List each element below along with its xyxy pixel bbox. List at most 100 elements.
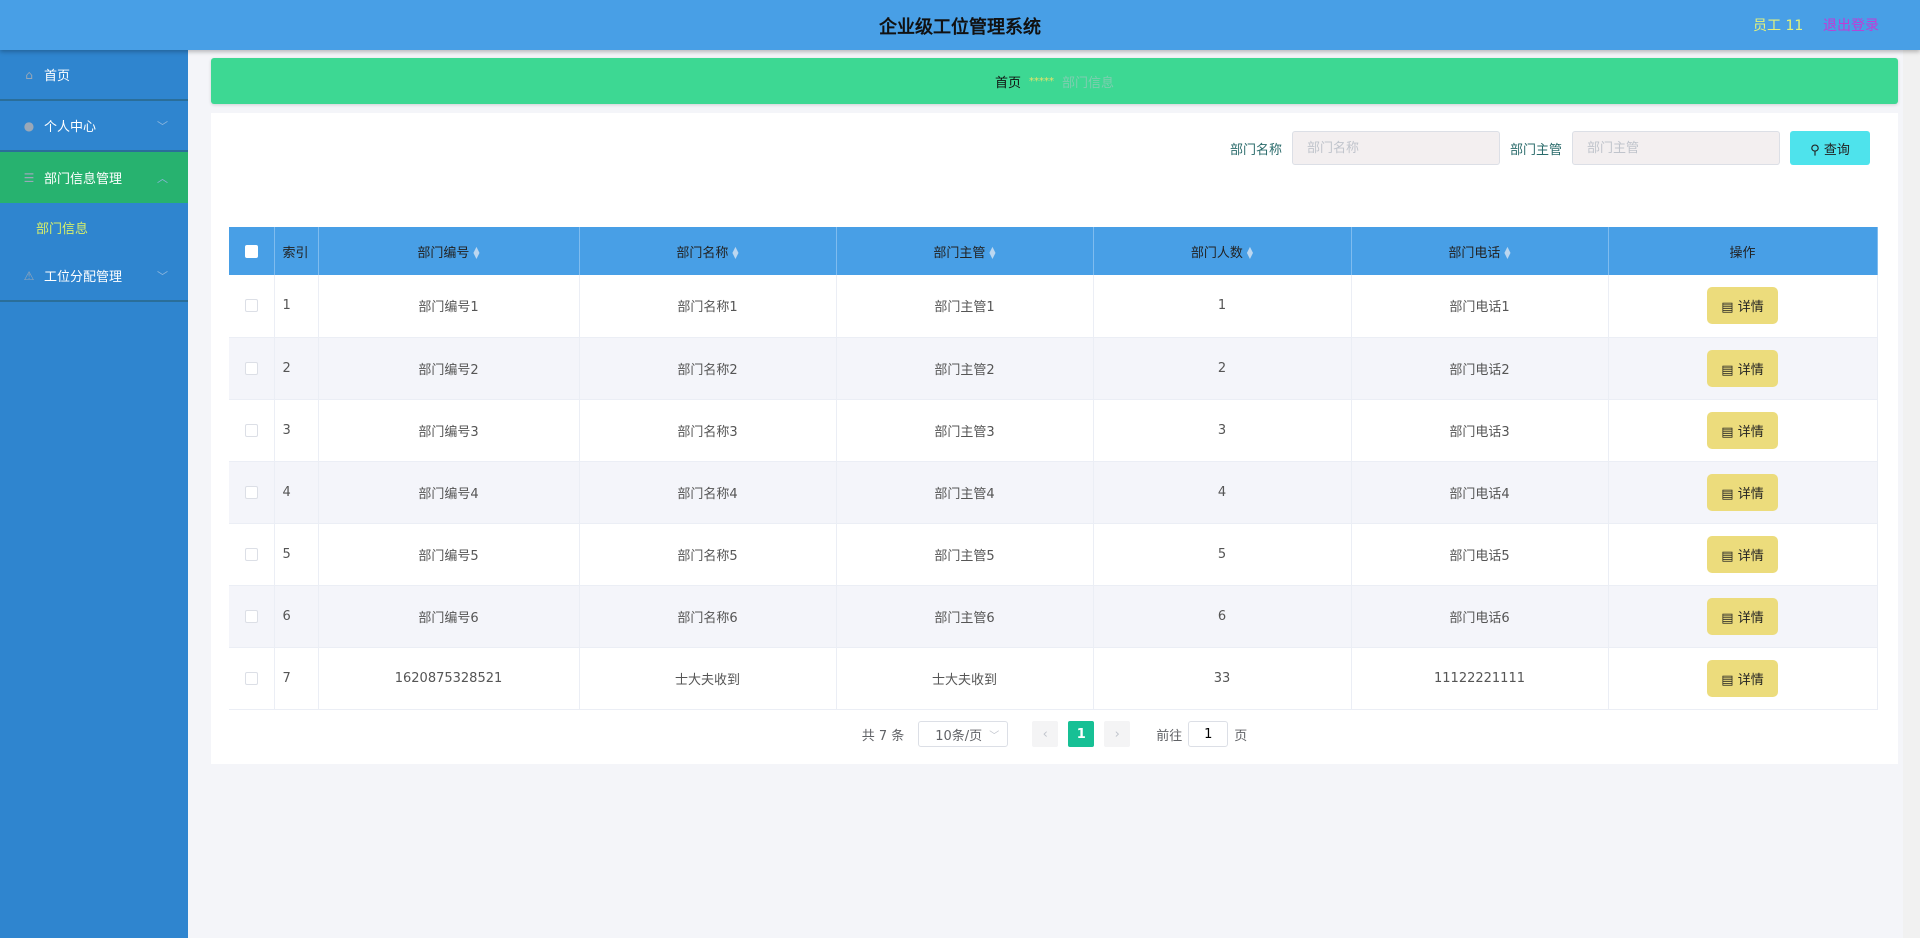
row-checkbox[interactable] bbox=[244, 671, 258, 685]
cell-index: 4 bbox=[274, 461, 319, 524]
sidebar-item-department-management[interactable]: ☰ 部门信息管理 ︿ bbox=[0, 152, 188, 203]
sort-icon[interactable]: ▲ ▼ bbox=[1504, 246, 1510, 260]
cell-code: 部门编号6 bbox=[318, 585, 580, 648]
next-page-button[interactable]: › bbox=[1104, 721, 1131, 747]
cell-phone: 部门电话1 bbox=[1351, 275, 1609, 338]
detail-label: 详情 bbox=[1737, 548, 1764, 564]
column-header-manager[interactable]: 部门主管 ▲ ▼ bbox=[836, 227, 1094, 275]
cell-index: 7 bbox=[274, 647, 319, 710]
header-label: 部门主管 bbox=[933, 245, 986, 261]
table-row: 4 部门编号4 部门名称4 部门主管4 4 部门电话4 ▤ 详情 bbox=[229, 461, 1878, 524]
desk-icon: ⚠ bbox=[23, 268, 35, 283]
row-checkbox[interactable] bbox=[244, 423, 258, 437]
chevron-up-icon: ︿ bbox=[157, 171, 168, 185]
sort-icon[interactable]: ▲ ▼ bbox=[1247, 246, 1253, 260]
document-icon: ▤ bbox=[1721, 548, 1734, 564]
row-checkbox[interactable] bbox=[244, 361, 258, 375]
breadcrumb: 首页 ***** 部门信息 bbox=[211, 58, 1898, 104]
cell-index: 6 bbox=[274, 585, 319, 648]
page-size-select[interactable]: 10条/页 ﹀ bbox=[918, 721, 1009, 747]
detail-button[interactable]: ▤ 详情 bbox=[1707, 473, 1778, 511]
content-panel: 部门名称 部门主管 ⚲ 查询 索引 部门编号▲▼ 部门名称▲▼ 部门主管▲▼ 部… bbox=[211, 113, 1898, 764]
document-icon: ▤ bbox=[1721, 300, 1734, 316]
prev-page-button[interactable]: ‹ bbox=[1032, 721, 1059, 747]
row-select-cell bbox=[229, 523, 275, 586]
sidebar-item-label: 工位分配管理 bbox=[44, 270, 123, 285]
detail-label: 详情 bbox=[1737, 424, 1764, 440]
header-label: 部门名称 bbox=[676, 245, 729, 261]
table-row: 1 部门编号1 部门名称1 部门主管1 1 部门电话1 ▤ 详情 bbox=[229, 275, 1878, 338]
detail-button[interactable]: ▤ 详情 bbox=[1707, 287, 1778, 325]
chevron-down-icon: ﹀ bbox=[157, 269, 168, 283]
cell-actions: ▤ 详情 bbox=[1608, 585, 1878, 648]
chevron-down-icon: ﹀ bbox=[157, 119, 168, 133]
detail-button[interactable]: ▤ 详情 bbox=[1707, 659, 1778, 697]
sidebar-item-desk-allocation[interactable]: ⚠ 工位分配管理 ﹀ bbox=[0, 251, 188, 302]
detail-button[interactable]: ▤ 详情 bbox=[1707, 597, 1778, 635]
column-header-count[interactable]: 部门人数 ▲ ▼ bbox=[1093, 227, 1352, 275]
cell-count: 33 bbox=[1093, 647, 1352, 710]
search-icon: ⚲ bbox=[1810, 142, 1820, 158]
breadcrumb-home[interactable]: 首页 bbox=[995, 72, 1021, 91]
pagination: 共 7 条 10条/页 ﹀ ‹ 1 › 前往 页 bbox=[211, 721, 1898, 747]
scrollbar[interactable] bbox=[1903, 50, 1920, 938]
row-select-cell bbox=[229, 399, 275, 462]
column-header-phone[interactable]: 部门电话 ▲ ▼ bbox=[1351, 227, 1609, 275]
cell-index: 5 bbox=[274, 523, 319, 586]
current-user: 员工 11 bbox=[1753, 18, 1804, 34]
document-icon: ▤ bbox=[1721, 672, 1734, 688]
sort-icon[interactable]: ▲ ▼ bbox=[473, 246, 479, 260]
table-row: 2 部门编号2 部门名称2 部门主管2 2 部门电话2 ▤ 详情 bbox=[229, 337, 1878, 400]
sort-icon[interactable]: ▲ ▼ bbox=[989, 246, 995, 260]
cell-phone: 部门电话2 bbox=[1351, 337, 1609, 400]
page-size-value: 10条/页 bbox=[935, 728, 983, 744]
cell-name: 部门名称2 bbox=[579, 337, 837, 400]
cell-name: 部门名称1 bbox=[579, 275, 837, 338]
row-checkbox[interactable] bbox=[244, 485, 258, 499]
row-select-cell bbox=[229, 585, 275, 648]
cell-code: 部门编号4 bbox=[318, 461, 580, 524]
select-all-checkbox[interactable] bbox=[244, 244, 258, 258]
logout-link[interactable]: 退出登录 bbox=[1823, 15, 1879, 35]
row-checkbox[interactable] bbox=[244, 547, 258, 561]
sidebar-item-home[interactable]: ⌂ 首页 bbox=[0, 50, 188, 101]
cell-manager: 士大夫收到 bbox=[836, 647, 1094, 710]
cell-manager: 部门主管3 bbox=[836, 399, 1094, 462]
row-select-cell bbox=[229, 275, 275, 338]
goto-page-input[interactable] bbox=[1188, 721, 1229, 747]
document-icon: ▤ bbox=[1721, 362, 1734, 378]
department-name-input[interactable] bbox=[1291, 131, 1500, 165]
sort-icon[interactable]: ▲ ▼ bbox=[732, 246, 738, 260]
sidebar: ⌂ 首页 ● 个人中心 ﹀ ☰ 部门信息管理 ︿ 部门信息 ⚠ 工位分配管理 ﹀ bbox=[0, 50, 188, 938]
cell-name: 部门名称5 bbox=[579, 523, 837, 586]
detail-button[interactable]: ▤ 详情 bbox=[1707, 349, 1778, 387]
department-manager-input[interactable] bbox=[1572, 131, 1780, 165]
cell-count: 1 bbox=[1093, 275, 1352, 338]
search-bar: 部门名称 部门主管 ⚲ 查询 bbox=[1220, 131, 1870, 165]
total-count: 共 7 条 bbox=[861, 728, 905, 744]
column-header-name[interactable]: 部门名称 ▲ ▼ bbox=[579, 227, 837, 275]
chevron-down-icon: ﹀ bbox=[989, 730, 1000, 742]
column-header-index: 索引 bbox=[274, 227, 319, 275]
breadcrumb-separator: ***** bbox=[1029, 75, 1054, 87]
detail-button[interactable]: ▤ 详情 bbox=[1707, 411, 1778, 449]
table-row: 5 部门编号5 部门名称5 部门主管5 5 部门电话5 ▤ 详情 bbox=[229, 523, 1878, 586]
detail-label: 详情 bbox=[1737, 486, 1764, 502]
sidebar-subitem-department-info[interactable]: 部门信息 bbox=[0, 203, 188, 251]
department-manager-label: 部门主管 bbox=[1509, 142, 1562, 158]
search-button[interactable]: ⚲ 查询 bbox=[1790, 131, 1870, 165]
page-1-button[interactable]: 1 bbox=[1068, 721, 1095, 747]
row-checkbox[interactable] bbox=[244, 609, 258, 623]
cell-manager: 部门主管4 bbox=[836, 461, 1094, 524]
column-header-code[interactable]: 部门编号 ▲ ▼ bbox=[318, 227, 580, 275]
cell-code: 部门编号2 bbox=[318, 337, 580, 400]
sidebar-item-personal[interactable]: ● 个人中心 ﹀ bbox=[0, 101, 188, 152]
detail-button[interactable]: ▤ 详情 bbox=[1707, 535, 1778, 573]
cell-phone: 部门电话4 bbox=[1351, 461, 1609, 524]
user-icon: ● bbox=[23, 118, 35, 133]
header-label: 部门电话 bbox=[1448, 245, 1501, 261]
cell-manager: 部门主管2 bbox=[836, 337, 1094, 400]
row-checkbox[interactable] bbox=[244, 299, 258, 313]
cell-count: 5 bbox=[1093, 523, 1352, 586]
document-icon: ▤ bbox=[1721, 424, 1734, 440]
